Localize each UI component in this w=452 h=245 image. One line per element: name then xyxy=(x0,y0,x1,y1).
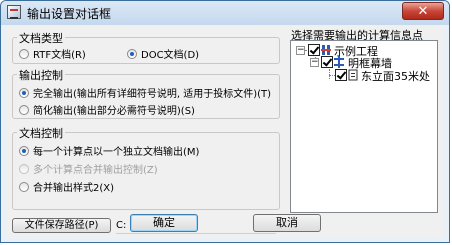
radio-doc-label: DOC文档(D) xyxy=(141,50,200,61)
radio-separate-docs-label: 每一个计算点以一个独立文档输出(M) xyxy=(33,147,200,158)
tree-checkbox-project[interactable] xyxy=(308,44,320,56)
save-path-button[interactable]: 文件保存路径(P) xyxy=(12,218,111,233)
radio-merge-control[interactable]: 多个计算点合并输出控制(Z) xyxy=(19,161,158,176)
doc-control-group-title: 文档控制 xyxy=(17,125,65,141)
app-icon xyxy=(7,5,21,19)
radio-rtf-doc[interactable]: RTF文档(R) xyxy=(19,46,86,61)
radio-simplified-output-label: 简化输出(输出部分必需符号说明)(S) xyxy=(33,106,195,117)
radio-full-output-label: 完全输出(输出所有详细符号说明, 适用于投标文件)(T) xyxy=(33,89,272,100)
window-title: 输出设置对话框 xyxy=(27,7,112,21)
output-settings-dialog: 输出设置对话框 ✕ 文档类型 RTF文档(R) DOC文档(D) 输出控制 完全… xyxy=(0,0,450,243)
doc-type-group: 文档类型 RTF文档(R) DOC文档(D) xyxy=(12,30,280,64)
tree-checkbox-curtain-wall[interactable] xyxy=(321,56,333,68)
calc-info-tree[interactable]: − 示例工程 − 明框幕墙 东立面35米处 xyxy=(290,40,438,213)
radio-circle xyxy=(19,145,29,156)
radio-doc-doc[interactable]: DOC文档(D) xyxy=(127,46,199,61)
tree-label-calc-point[interactable]: 东立面35米处 xyxy=(361,68,430,84)
radio-circle xyxy=(19,104,29,115)
radio-circle xyxy=(19,87,29,98)
title-bar[interactable]: 输出设置对话框 ✕ xyxy=(1,1,449,25)
cancel-button[interactable]: 取消 xyxy=(253,214,321,232)
radio-rtf-label: RTF文档(R) xyxy=(33,50,86,61)
tree-expander-curtain-wall[interactable]: − xyxy=(310,58,319,67)
project-icon xyxy=(321,45,331,55)
calc-point-icon xyxy=(348,69,358,81)
curtain-wall-icon xyxy=(334,56,344,68)
tree-connector xyxy=(329,69,330,79)
tree-expander-project[interactable]: − xyxy=(296,46,305,55)
radio-separate-docs[interactable]: 每一个计算点以一个独立文档输出(M) xyxy=(19,143,199,158)
radio-circle xyxy=(19,163,29,174)
radio-circle xyxy=(127,48,137,59)
radio-merge-style-2[interactable]: 合并输出样式2(X) xyxy=(19,179,114,194)
radio-circle xyxy=(19,48,29,59)
ok-button[interactable]: 确定 xyxy=(130,214,198,232)
doc-control-group: 文档控制 每一个计算点以一个独立文档输出(M) 多个计算点合并输出控制(Z) 合… xyxy=(12,125,280,210)
doc-type-group-title: 文档类型 xyxy=(17,30,65,46)
radio-full-output[interactable]: 完全输出(输出所有详细符号说明, 适用于投标文件)(T) xyxy=(19,85,271,100)
close-button[interactable]: ✕ xyxy=(402,2,444,20)
radio-merge-style-2-label: 合并输出样式2(X) xyxy=(33,183,115,194)
radio-simplified-output[interactable]: 简化输出(输出部分必需符号说明)(S) xyxy=(19,102,195,117)
dialog-body: 文档类型 RTF文档(R) DOC文档(D) 输出控制 完全输出(输出所有详细符… xyxy=(6,26,444,238)
radio-merge-control-label: 多个计算点合并输出控制(Z) xyxy=(33,165,158,176)
tree-checkbox-calc-point[interactable] xyxy=(335,69,347,81)
radio-circle xyxy=(19,181,29,192)
output-control-group: 输出控制 完全输出(输出所有详细符号说明, 适用于投标文件)(T) 简化输出(输… xyxy=(12,67,280,119)
output-control-group-title: 输出控制 xyxy=(17,67,65,83)
